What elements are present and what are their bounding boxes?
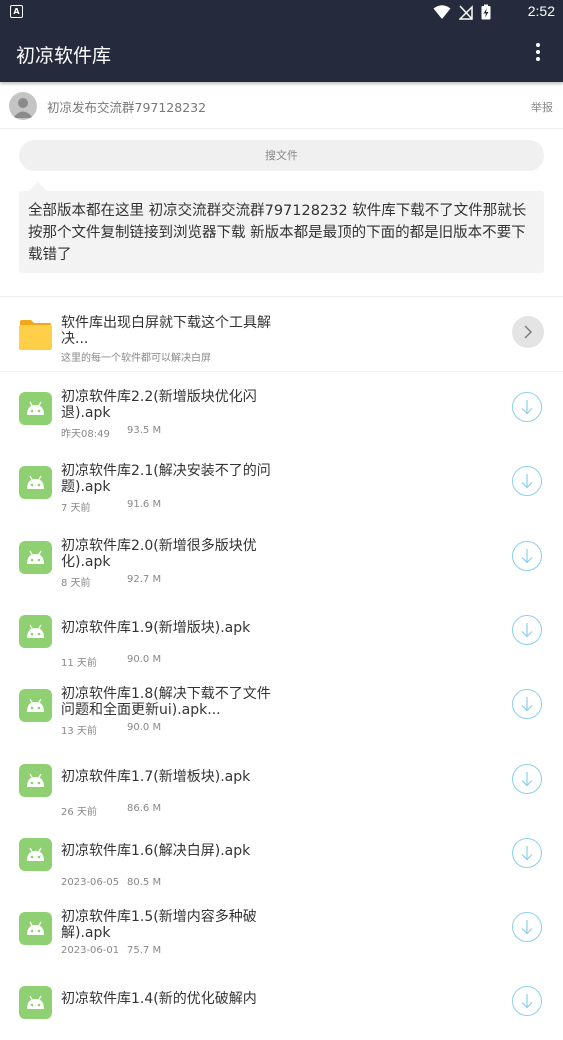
file-name: 初凉软件库1.6(解决白屏).apk [61,843,251,859]
android-apk-icon [19,392,52,425]
file-name: 初凉软件库2.2(新增版块优化闪 退).apk [61,389,257,421]
file-time: 昨天08:49 [61,429,110,440]
folder-icon [19,320,52,350]
android-apk-icon [19,912,52,945]
download-button[interactable] [512,689,542,719]
file-name: 初凉软件库1.8(解决下载不了文件 问题和全面更新ui).apk... [61,686,271,718]
announcement-text: 全部版本都在这里 初凉交流群交流群797128232 软件库下载不了文件那就长按… [28,203,527,263]
file-meta: 13 天前 90.0 M [61,722,161,737]
download-icon [521,697,533,712]
file-row[interactable]: 初凉软件库1.7(新增板块).apk 26 天前 86.6 M [0,744,563,818]
announcement: 全部版本都在这里 初凉交流群交流群797128232 软件库下载不了文件那就长按… [19,182,544,273]
report-button[interactable]: 举报 [531,99,553,115]
download-button[interactable] [512,986,542,1016]
file-row[interactable]: 初凉软件库1.8(解决下载不了文件 问题和全面更新ui).apk... 13 天… [0,669,563,743]
file-time: 11 天前 [61,658,97,669]
file-meta: 2023-06-05 80.5 M [61,877,161,888]
no-signal-icon [459,5,473,20]
android-apk-icon [19,986,52,1019]
file-meta: 7 天前 91.6 M [61,499,161,514]
file-time: 7 天前 [61,503,91,514]
download-icon [521,846,533,861]
user-avatar-icon [13,98,33,118]
download-icon [521,772,533,787]
file-time: 26 天前 [61,807,97,818]
file-name: 初凉软件库2.1(解决安装不了的问 题).apk [61,463,271,495]
owner-name[interactable]: 初凉发布交流群797128232 [47,97,206,116]
file-row[interactable]: 初凉软件库1.6(解决白屏).apk 2023-06-05 80.5 M [0,818,563,892]
file-meta: 26 天前 86.6 M [61,803,161,818]
file-row[interactable]: 初凉软件库1.9(新增版块).apk 11 天前 90.0 M [0,595,563,669]
android-apk-icon [19,764,52,797]
file-size: 92.7 M [127,574,162,585]
file-row[interactable]: 初凉软件库2.0(新增很多版块优 化).apk 8 天前 92.7 M [0,521,563,595]
chevron-right-icon [524,325,532,339]
download-icon [521,920,533,935]
file-row[interactable]: 初凉软件库2.2(新增版块优化闪 退).apk 昨天08:49 93.5 M [0,372,563,446]
file-size: 93.5 M [127,425,162,436]
status-time: 2:52 [527,3,555,19]
download-button[interactable] [512,466,542,496]
download-button[interactable] [512,838,542,868]
file-row[interactable]: 初凉软件库2.1(解决安装不了的问 题).apk 7 天前 91.6 M [0,446,563,520]
android-apk-icon [19,466,52,499]
file-size: 90.0 M [127,722,162,733]
status-bar: A 2:52 [0,0,563,24]
file-meta: 11 天前 90.0 M [61,654,161,669]
file-time: 2023-06-01 [61,945,120,956]
notification-app-icon: A [10,5,23,18]
download-button[interactable] [512,912,542,942]
download-button[interactable] [512,764,542,794]
download-icon [521,400,533,415]
file-name: 初凉软件库1.5(新增内容多种破 解).apk [61,909,257,941]
file-name: 初凉软件库1.4(新的优化破解内 [61,991,257,1007]
file-size: 80.5 M [127,877,162,888]
download-button[interactable] [512,615,542,645]
folder-name: 软件库出现白屏就下载这个工具解 决... [61,315,271,347]
android-apk-icon [19,541,52,574]
app-bar: 初凉软件库 [0,24,563,82]
avatar[interactable] [9,92,37,120]
page-title: 初凉软件库 [16,45,112,67]
file-time: 13 天前 [61,726,97,737]
owner-row[interactable]: 初凉发布交流群797128232 举报 [0,84,563,129]
download-icon [521,549,533,564]
file-name: 初凉软件库2.0(新增很多版块优 化).apk [61,538,257,570]
download-icon [521,474,533,489]
android-apk-icon [19,838,52,871]
file-meta: 2023-06-01 75.7 M [61,945,161,956]
folder-description: 这里的每一个软件都可以解决白屏 [61,353,211,364]
download-button[interactable] [512,541,542,571]
folder-row[interactable]: 软件库出现白屏就下载这个工具解 决... 这里的每一个软件都可以解决白屏 [0,297,563,371]
file-size: 90.0 M [127,654,162,665]
search-file-button[interactable]: 搜文件 [19,140,544,171]
file-row[interactable]: 初凉软件库1.5(新增内容多种破 解).apk 2023-06-01 75.7 … [0,892,563,966]
file-time: 2023-06-05 [61,877,120,888]
file-row[interactable]: 初凉软件库1.4(新的优化破解内 [0,966,563,1040]
more-options-icon[interactable] [535,43,541,63]
android-apk-icon [19,615,52,648]
file-meta: 昨天08:49 93.5 M [61,425,161,440]
file-size: 91.6 M [127,499,162,510]
file-meta: 8 天前 92.7 M [61,574,161,589]
download-button[interactable] [512,392,542,422]
file-time: 8 天前 [61,578,91,589]
download-icon [521,623,533,638]
file-size: 75.7 M [127,945,162,956]
android-apk-icon [19,689,52,722]
download-icon [521,994,533,1009]
battery-charging-icon [481,4,491,20]
open-folder-button[interactable] [512,316,544,348]
file-size: 86.6 M [127,803,162,814]
file-name: 初凉软件库1.9(新增版块).apk [61,620,251,636]
wifi-icon [433,5,451,19]
file-name: 初凉软件库1.7(新增板块).apk [61,769,251,785]
